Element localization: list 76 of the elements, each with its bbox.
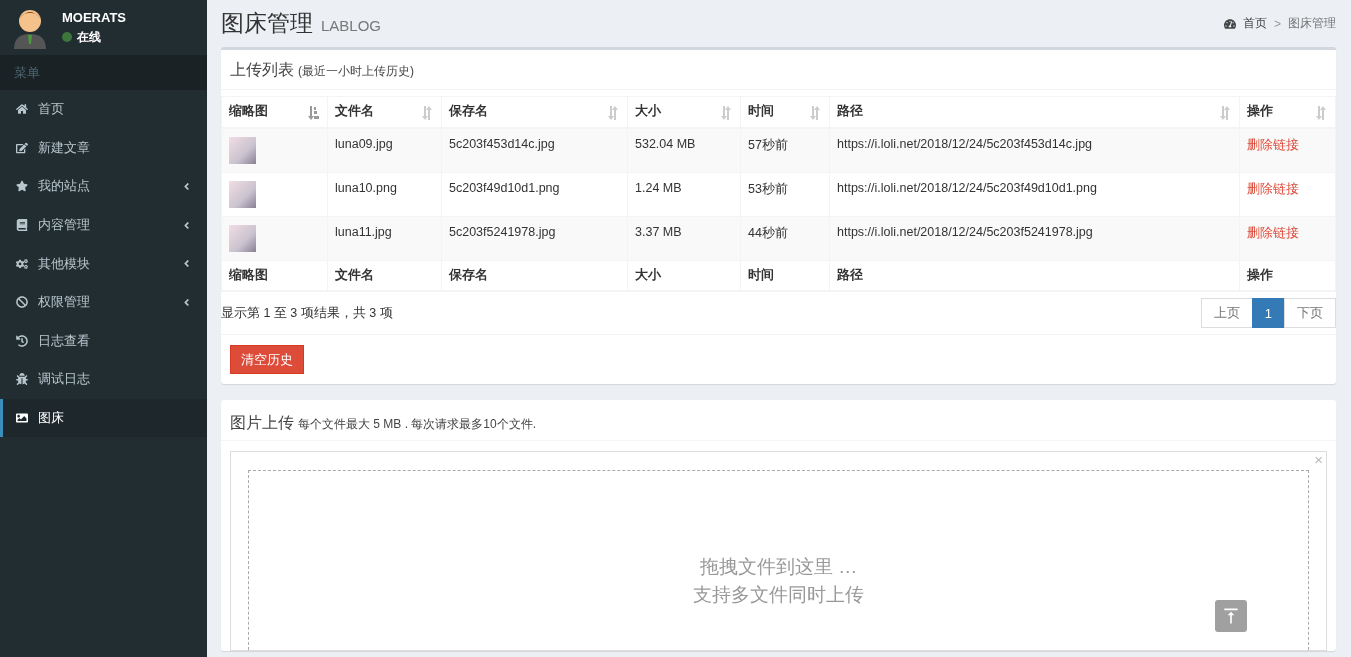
table-cell: 5c203f49d10d1.png [449, 180, 560, 195]
table-cell: 532.04 MB [635, 136, 696, 151]
sidebar-item[interactable]: 新建文章 [0, 128, 207, 168]
page-button[interactable]: 上页 [1200, 298, 1253, 328]
sidebar-item[interactable]: 内容管理 [0, 205, 207, 245]
column-footer: 大小 [627, 260, 741, 291]
delete-link[interactable]: 删除链接 [1247, 137, 1299, 152]
page-button[interactable]: 下页 [1284, 298, 1336, 328]
arrow-up-to-bar-icon [1221, 606, 1241, 626]
user-status: 在线 [77, 28, 101, 46]
column-header[interactable]: 保存名 [441, 96, 628, 128]
sidebar-item[interactable]: 调试日志 [0, 360, 207, 399]
column-header[interactable]: 文件名 [327, 96, 442, 128]
column-header[interactable]: 操作 [1239, 96, 1336, 128]
edit-icon [16, 141, 28, 154]
online-status-dot [62, 32, 72, 42]
clear-history-button[interactable]: 清空历史 [230, 345, 304, 374]
column-header[interactable]: 时间 [740, 96, 830, 128]
panel-title: 图片上传 [230, 413, 294, 433]
sidebar-item[interactable]: 日志查看 [0, 321, 207, 361]
table-info: 显示第 1 至 3 项结果，共 3 项 [221, 304, 393, 322]
drop-hint: 支持多文件同时上传 [693, 583, 864, 607]
image-icon [16, 412, 28, 425]
table-cell: https://i.loli.net/2018/12/24/5c203f5241978.jpg [837, 224, 1093, 239]
table-cell: https://i.loli.net/2018/12/24/5c203f453d14c.jpg [837, 136, 1093, 151]
menu-header: 菜单 [0, 55, 207, 90]
delete-link[interactable]: 删除链接 [1247, 181, 1299, 196]
home-icon [16, 103, 28, 116]
sidebar-item[interactable]: 我的站点 [0, 167, 207, 206]
breadcrumb-separator: > [1274, 16, 1281, 31]
history-icon [16, 334, 28, 347]
bug-icon [16, 373, 28, 386]
book-icon [16, 219, 28, 232]
page-subtitle: LABLOG [321, 17, 382, 34]
sidebar-item[interactable]: 其他模块 [0, 244, 207, 283]
sidebar-item[interactable]: 首页 [0, 90, 207, 129]
photo-placeholder [229, 136, 256, 164]
table-cell: 53秒前 [748, 181, 788, 196]
delete-link[interactable]: 删除链接 [1247, 225, 1299, 240]
user-name: MOERATS [62, 9, 127, 25]
table-cell: 5c203f5241978.jpg [449, 224, 556, 239]
column-footer: 保存名 [441, 260, 628, 291]
table-cell: luna09.jpg [335, 136, 393, 151]
breadcrumb-link[interactable]: 图床管理 [1288, 15, 1336, 32]
table-cell: luna10.png [335, 180, 397, 195]
table-cell: luna11.jpg [335, 224, 392, 239]
panel-subtitle: (最近一小时上传历史) [298, 63, 414, 80]
column-header[interactable]: 缩略图 [221, 96, 328, 128]
sidebar-item[interactable]: 图床 [0, 398, 207, 438]
column-footer: 文件名 [327, 260, 442, 291]
column-footer: 路径 [829, 260, 1240, 291]
column-footer: 时间 [740, 260, 830, 291]
breadcrumb-link[interactable]: 首页 [1243, 15, 1267, 32]
table-cell: 44秒前 [748, 225, 788, 240]
panel-title: 上传列表 [230, 60, 294, 80]
gears-icon [16, 257, 28, 270]
table-cell: 1.24 MB [635, 180, 682, 195]
page-button[interactable]: 1 [1251, 298, 1285, 328]
sidebar-item[interactable]: 权限管理 [0, 282, 207, 322]
panel-note: 每个文件最大 5 MB . 每次请求最多10个文件. [298, 416, 537, 433]
table-cell: 5c203f453d14c.jpg [449, 136, 555, 151]
photo-placeholder [229, 224, 256, 252]
table-cell: 3.37 MB [635, 224, 682, 239]
drop-hint: 拖拽文件到这里 … [699, 555, 858, 579]
photo-placeholder [229, 180, 256, 208]
star-icon [16, 180, 28, 193]
table-cell: 57秒前 [748, 137, 788, 152]
page-title: 图床管理 [221, 10, 313, 36]
dashboard-icon [1224, 17, 1236, 30]
scroll-to-top-button[interactable] [1215, 600, 1247, 632]
column-footer: 操作 [1239, 260, 1336, 291]
table-cell: https://i.loli.net/2018/12/24/5c203f49d10d1.png [837, 180, 1097, 195]
column-header[interactable]: 大小 [627, 96, 741, 128]
ban-icon [16, 296, 28, 309]
column-footer: 缩略图 [221, 260, 328, 291]
column-header[interactable]: 路径 [829, 96, 1240, 128]
